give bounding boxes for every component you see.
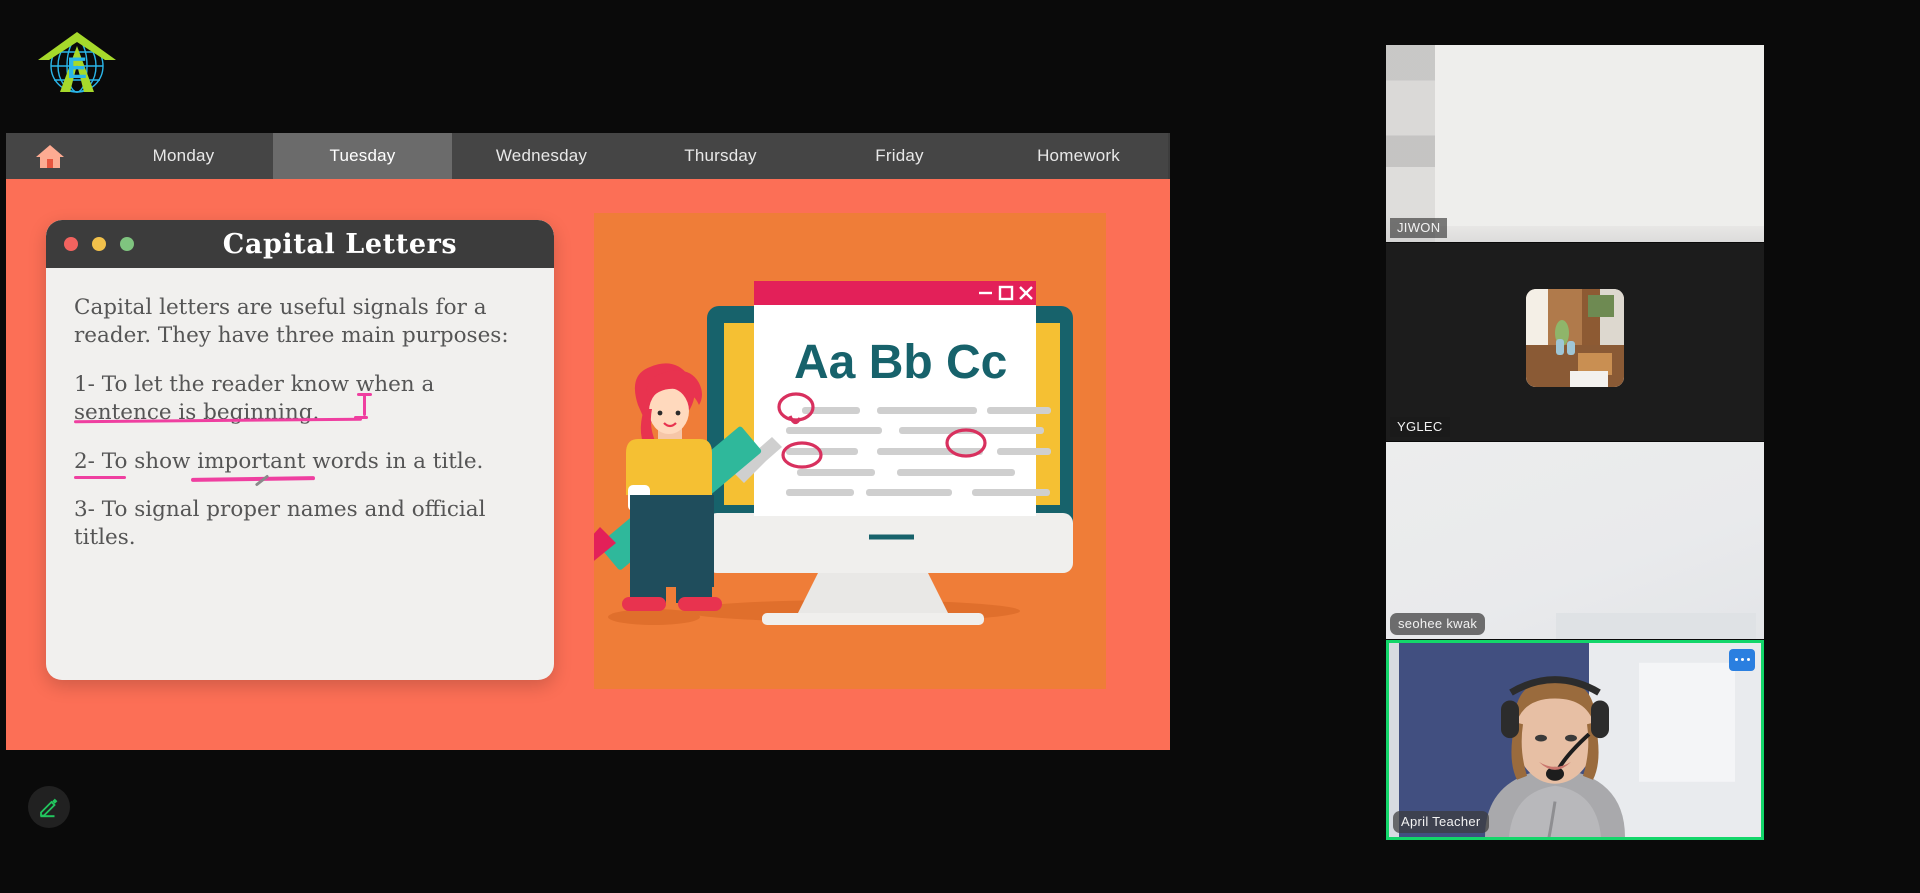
participant-tile-yglec[interactable]: YGLEC [1386,243,1764,441]
participant-name-badge: April Teacher [1393,811,1489,834]
globe-arrow-logo-icon: E [38,32,116,93]
card-point-2: 2- To show important words in a title. [74,448,528,487]
card-body: Capital letters are useful signals for a… [46,268,554,563]
tab-tuesday[interactable]: Tuesday [273,133,452,179]
home-icon [36,144,64,168]
participant-name-badge: seohee kwak [1390,612,1486,635]
monitor-illustration: Aa Bb Cc [594,213,1106,689]
teacher-video-frame [1389,642,1761,838]
participant-tile-jiwon[interactable]: JIWON [1386,45,1764,243]
annotation-underline-3 [74,475,126,479]
participant-more-menu-button[interactable] [1729,648,1755,671]
lesson-slide: Capital Letters Capital letters are usef… [6,179,1170,750]
video-class-app: E Monday Tuesday Wednesday Thursday Frid… [0,0,1920,893]
week-tabbar: Monday Tuesday Wednesday Thursday Friday… [6,133,1170,179]
tab-friday[interactable]: Friday [810,133,989,179]
svg-text:Aa Bb Cc: Aa Bb Cc [794,336,1007,389]
tab-thursday[interactable]: Thursday [631,133,810,179]
pencil-icon [40,798,58,818]
card-point-1-text: 1- To let the reader know when a sentenc… [74,371,435,426]
video-feed [1386,441,1764,639]
presentation-panel: Monday Tuesday Wednesday Thursday Friday… [6,133,1170,750]
pen-stroke-mark [254,473,270,487]
annotation-mark-t-stem [363,393,366,416]
svg-text:E: E [67,52,87,85]
tab-homework[interactable]: Homework [989,133,1168,179]
tab-home[interactable] [6,133,94,179]
card-point-3: 3- To signal proper names and official t… [74,496,486,551]
participant-name-badge: YGLEC [1390,416,1450,437]
lesson-card: Capital Letters Capital letters are usef… [46,220,554,680]
tab-monday[interactable]: Monday [94,133,273,179]
participant-name-badge: JIWON [1390,218,1448,239]
annotation-underline-1b [354,415,368,419]
avatar [1526,289,1624,388]
video-feed-overlay [1439,45,1764,227]
tab-wednesday[interactable]: Wednesday [452,133,631,179]
card-title: Capital Letters [222,228,458,260]
video-feed [1389,642,1761,838]
typography-monitor-graphic: Aa Bb Cc [594,281,1073,625]
avatar-photo-icon [1526,289,1624,388]
card-titlebar: Capital Letters [46,220,554,268]
card-intro: Capital letters are useful signals for a… [74,295,509,349]
annotation-underline-2 [190,475,316,481]
annotate-button[interactable] [28,786,70,828]
participant-tile-april-teacher[interactable]: April Teacher [1386,639,1764,841]
card-point-2-text: 2- To show important words in a title. [74,448,484,474]
card-point-1: 1- To let the reader know when a sentenc… [73,371,528,428]
participant-tile-seohee-kwak[interactable]: seohee kwak [1386,441,1764,639]
participant-rail: JIWON YGLEC seohee kwak April Teacher [1386,45,1764,841]
academy-logo: E [32,20,122,100]
